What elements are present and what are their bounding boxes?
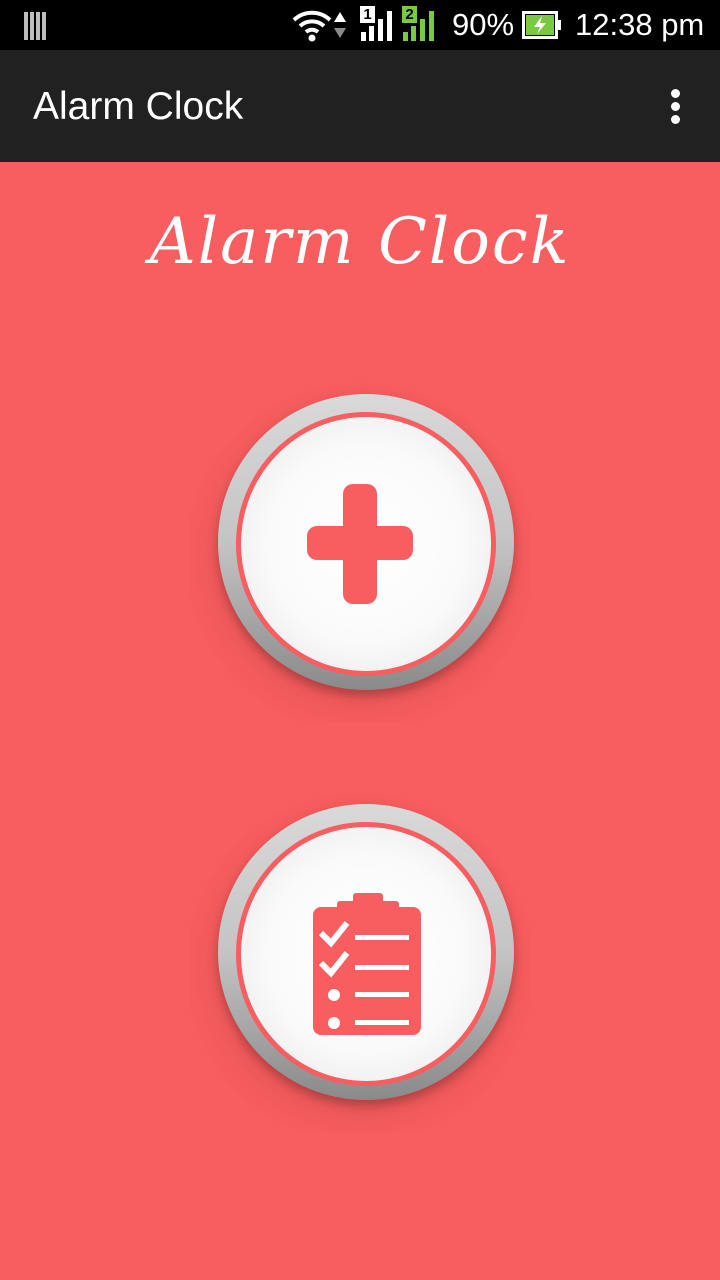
data-arrows-icon [334,12,346,38]
status-bar: 1 2 90% 12:38 pm [0,0,720,50]
action-bar: Alarm Clock [0,50,720,162]
sim1-signal-icon: 1 [360,6,396,42]
add-button-face [236,412,496,676]
alarm-list-button[interactable] [189,790,531,1132]
sim2-label: 2 [402,6,417,23]
wifi-icon [292,10,332,42]
app-title: Alarm Clock [33,85,244,128]
script-title: Alarm Clock [149,205,571,279]
add-button-ring [218,394,514,690]
clipboard-checklist-icon [313,893,421,1035]
battery-percent: 90% [452,7,515,42]
notification-bars-icon [24,12,46,40]
plus-icon [307,484,413,604]
sim2-signal-icon: 2 [402,6,438,42]
list-button-ring [218,804,514,1100]
overflow-menu-icon[interactable] [656,80,696,132]
sim1-label: 1 [360,6,375,23]
add-alarm-button[interactable] [189,380,531,722]
status-clock: 12:38 pm [575,7,705,42]
battery-charging-icon [522,11,561,39]
list-button-face [236,822,496,1086]
